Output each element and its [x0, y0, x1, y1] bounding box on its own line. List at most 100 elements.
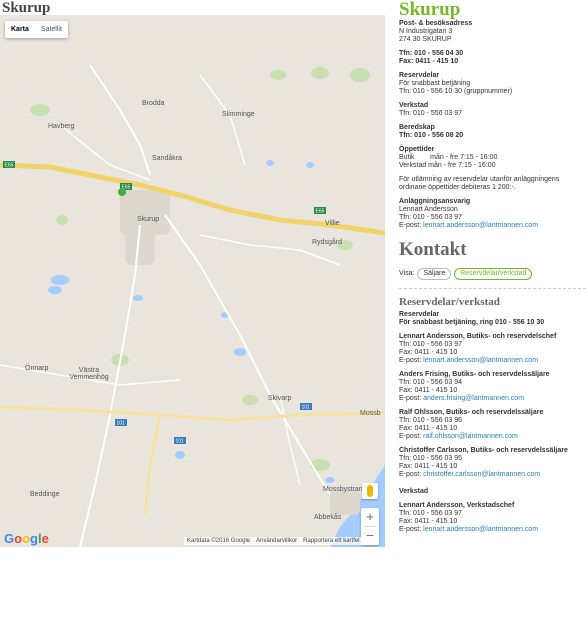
beredskap-title: Beredskap [399, 124, 435, 131]
zoom-control: + − [361, 508, 379, 545]
map-road [79, 224, 141, 547]
map-attribution: Kartdata ©2016 Google Användarvillkor Ra… [184, 537, 363, 545]
google-logo[interactable]: Google [4, 531, 49, 546]
oppettider-line: Verkstad mån - fre 7:15 - 16:00 [399, 162, 496, 169]
road-badge-label: 101 [117, 421, 126, 427]
contact-phone: Tfn: 010 - 556 03 96 [399, 417, 463, 424]
ansvarig-name: Lennart Andersson [399, 206, 458, 213]
contact-card: Anders Frising, Butiks- och reservdelssä… [399, 371, 586, 403]
email-prefix: E-post: [399, 433, 422, 440]
contact-email-link[interactable]: ralf.ohlsson@lantmannen.com [423, 433, 518, 440]
section-title: Reservdelar/verkstad [399, 296, 500, 308]
map-town-area [120, 190, 170, 235]
place-label: Önnarp [25, 365, 49, 372]
map-type-karta[interactable]: Karta [5, 21, 35, 38]
address-section: Post- & besöksadress N Industrigatan 3 2… [399, 20, 586, 44]
map-type-satellit[interactable]: Satellit [35, 21, 68, 38]
contact-name: Christoffer Carlsson, Butiks- och reserv… [399, 447, 568, 454]
kontakt-title: Kontakt [399, 239, 467, 260]
map-road [164, 214, 331, 496]
contact-card: Ralf Ohlsson, Butiks- och reservdelssälj… [399, 409, 586, 441]
terms-link[interactable]: Användarvillkor [256, 538, 297, 544]
place-label: Västra Vemmenhög [69, 367, 109, 381]
ansvarig-email-link[interactable]: lennart.andersson@lantmannen.com [423, 222, 538, 229]
zoom-out-button[interactable]: − [361, 527, 379, 545]
road-badge-label: 101 [302, 405, 311, 411]
map-park [30, 104, 50, 116]
filter-label: Visa: [399, 270, 415, 277]
verkstad-section: Verkstad Tfn: 010 - 556 03 97 [399, 102, 586, 118]
attribution-text: Kartdata ©2016 Google [187, 538, 251, 544]
filter-reservdelar-verkstad[interactable]: Reservdelar/verkstad [454, 268, 533, 280]
road-badge-label: 101 [176, 439, 185, 445]
place-label: Beddinge [30, 491, 60, 498]
contact-name: Anders Frising, Butiks- och reservdelssä… [399, 371, 550, 378]
phone-section: Tfn: 010 - 556 04 30 Fax: 0411 - 415 10 [399, 50, 586, 66]
place-label: Skurup [137, 216, 160, 223]
contact-phone: Tfn: 010 - 556 03 97 [399, 341, 463, 348]
contact-email-link[interactable]: lennart.andersson@lantmannen.com [423, 526, 538, 533]
contact-name: Ralf Ohlsson, Butiks- och reservdelssälj… [399, 409, 544, 416]
map-lake [51, 275, 69, 285]
road-badge-label: E65 [5, 163, 14, 169]
place-label: Mossbystrand [323, 486, 367, 493]
contact-email-link[interactable]: christoffer.carlsson@lantmannen.com [423, 471, 540, 478]
beredskap-section: Beredskap Tfn: 010 - 556 08 20 [399, 124, 586, 140]
zoom-in-button[interactable]: + [361, 508, 379, 526]
oppettider-title: Öppettider [399, 146, 435, 153]
contact-phone: Tfn: 010 - 556 03 95 [399, 455, 463, 462]
contact-email-link[interactable]: anders.frising@lantmannen.com [423, 395, 524, 402]
map[interactable]: E65 E65 E65 101 101 101 Karta Satellit B… [0, 15, 385, 547]
location-marker[interactable] [118, 188, 126, 196]
res-info: Reservdelar För snabbast betjäning, ring… [399, 311, 586, 327]
map-town-area [125, 230, 155, 265]
email-prefix: E-post: [399, 526, 422, 533]
res-line: För snabbast betjäning, ring 010 - 556 1… [399, 319, 545, 326]
pegman-icon [367, 485, 373, 497]
contact-fax: Fax: 0411 - 415 10 [399, 387, 458, 394]
verkstad-title: Verkstad [399, 102, 429, 109]
contact-card: Lennart Andersson, Butiks- och reservdel… [399, 333, 586, 365]
map-type-control: Karta Satellit [5, 21, 68, 38]
map-road-101 [0, 405, 385, 422]
fax-text: Fax: 0411 - 415 10 [399, 58, 459, 65]
map-park [242, 395, 258, 405]
res-title: Reservdelar [399, 311, 440, 318]
contact-name: Lennart Andersson, Butiks- och reservdel… [399, 333, 557, 340]
oppettider-line: Butik mån - fre 7:15 - 16:00 [399, 154, 498, 161]
map-park [270, 70, 286, 80]
report-error-link[interactable]: Rapportera ett kartfel [303, 538, 359, 544]
map-canvas[interactable]: E65 E65 E65 101 101 101 [0, 15, 385, 547]
pickup-note: För utlämning av reservdelar utanför anl… [399, 176, 560, 191]
map-road-101 [143, 414, 162, 516]
reservdelar-section: Reservdelar För snabbast betjäning Tfn: … [399, 72, 586, 96]
contact-phone: Tfn: 010 - 556 03 94 [399, 379, 463, 386]
street-view-pegman[interactable] [362, 483, 378, 499]
filter-row: Visa: Säljare Reservdelar/verkstad [399, 268, 586, 280]
map-lake [48, 286, 62, 294]
map-lake [325, 477, 335, 483]
map-town-area [330, 490, 360, 515]
map-road [89, 64, 151, 176]
oppettider-section: Öppettider Butik mån - fre 7:15 - 16:00 … [399, 146, 586, 170]
phone-text: Tfn: 010 - 556 04 30 [399, 50, 464, 57]
contact-card: Lennart Andersson, Verkstadschef Tfn: 01… [399, 502, 586, 534]
map-lake [234, 348, 246, 356]
map-park [350, 68, 370, 82]
contact-phone: Tfn: 010 - 556 03 97 [399, 510, 463, 517]
map-park [311, 67, 329, 79]
contact-name: Lennart Andersson, Verkstadschef [399, 502, 515, 509]
location-title: Skurup [399, 0, 461, 20]
address-line: N Industrigatan 3 [399, 28, 453, 35]
contact-fax: Fax: 0411 - 415 10 [399, 518, 458, 525]
place-label: Rydsgård [312, 239, 342, 246]
map-lake [133, 295, 143, 301]
contact-card: Christoffer Carlsson, Butiks- och reserv… [399, 447, 586, 479]
info-panel: Skurup Post- & besöksadress N Industriga… [399, 0, 586, 534]
contact-fax: Fax: 0411 - 415 10 [399, 463, 458, 470]
reservdelar-title: Reservdelar [399, 72, 440, 79]
address-title: Post- & besöksadress [399, 20, 473, 27]
email-prefix: E-post: [399, 395, 422, 402]
contact-email-link[interactable]: lennart.andersson@lantmannen.com [423, 357, 538, 364]
filter-saljare[interactable]: Säljare [417, 268, 452, 280]
